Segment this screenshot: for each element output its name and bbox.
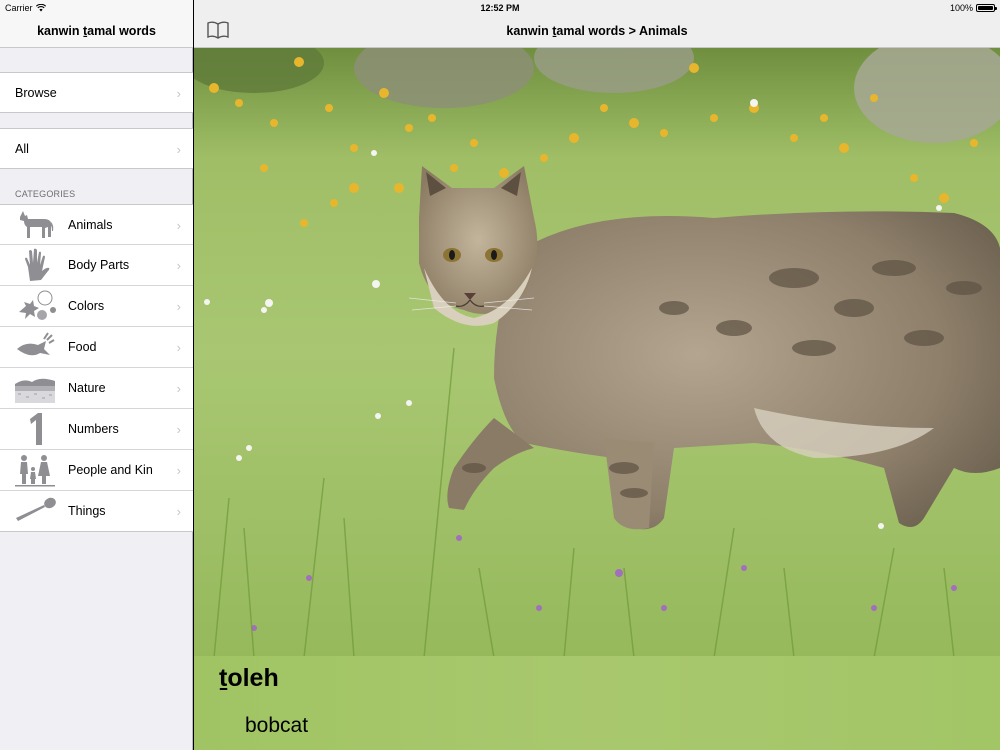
chevron-right-icon: › [176, 463, 181, 478]
categories-header: CATEGORIES [15, 189, 76, 199]
category-row-people-and-kin[interactable]: People and Kin › [0, 450, 193, 491]
hand-icon [25, 248, 50, 281]
word-label: ṯoleh [219, 664, 279, 692]
all-row[interactable]: All › [0, 128, 193, 169]
all-label: All [15, 141, 29, 156]
chevron-right-icon: › [176, 381, 181, 396]
detail-pane: kanwin ṯamal words > Animals ṯoleh bobca… [194, 0, 1000, 750]
chevron-right-icon: › [176, 340, 181, 355]
category-label: People and Kin [68, 463, 153, 477]
chevron-right-icon: › [176, 504, 181, 519]
fish-icon [17, 332, 55, 356]
status-bar: Carrier 12:52 PM 100% [0, 0, 1000, 16]
category-label: Animals [68, 217, 113, 232]
sidebar-title: kanwin ṯamal words [37, 24, 156, 38]
chevron-right-icon: › [176, 422, 181, 437]
category-label: Numbers [68, 422, 119, 436]
browse-row[interactable]: Browse › [0, 72, 193, 113]
browse-label: Browse [15, 85, 57, 100]
category-row-nature[interactable]: Nature › [0, 368, 193, 409]
category-row-animals[interactable]: Animals › [0, 204, 193, 245]
category-label: Body Parts [68, 258, 130, 272]
detail-title: kanwin ṯamal words > Animals [506, 24, 688, 38]
family-icon [15, 455, 55, 487]
chevron-right-icon: › [176, 299, 181, 314]
bobcat-photo [194, 48, 1000, 658]
battery-group: 100% [949, 3, 997, 13]
category-label: Colors [68, 299, 105, 313]
category-label: Things [68, 504, 106, 518]
clock: 12:52 PM [480, 3, 520, 13]
chevron-right-icon: › [176, 258, 181, 273]
chevron-right-icon: › [176, 86, 181, 101]
category-label: Food [68, 340, 97, 354]
category-row-body-parts[interactable]: Body Parts › [0, 245, 193, 286]
word-caption: ṯoleh bobcat [194, 656, 1000, 750]
landscape-icon [15, 378, 55, 403]
battery-icon [976, 4, 997, 12]
battery-level [978, 6, 993, 10]
sidebar: kanwin ṯamal words Browse › All › CATEGO… [0, 0, 193, 750]
translation-label: bobcat [245, 714, 309, 737]
wolf-icon [20, 211, 54, 238]
chevron-right-icon: › [176, 142, 181, 157]
chevron-right-icon: › [176, 218, 181, 233]
category-row-food[interactable]: Food › [0, 327, 193, 368]
category-row-numbers[interactable]: Numbers › [0, 409, 193, 450]
category-row-things[interactable]: Things › [0, 491, 193, 532]
colors-icon [19, 290, 56, 320]
club-icon [16, 497, 56, 521]
number-one-icon [30, 413, 42, 445]
battery-percent: 100% [949, 3, 973, 13]
category-row-colors[interactable]: Colors › [0, 286, 193, 327]
category-label: Nature [68, 381, 106, 395]
